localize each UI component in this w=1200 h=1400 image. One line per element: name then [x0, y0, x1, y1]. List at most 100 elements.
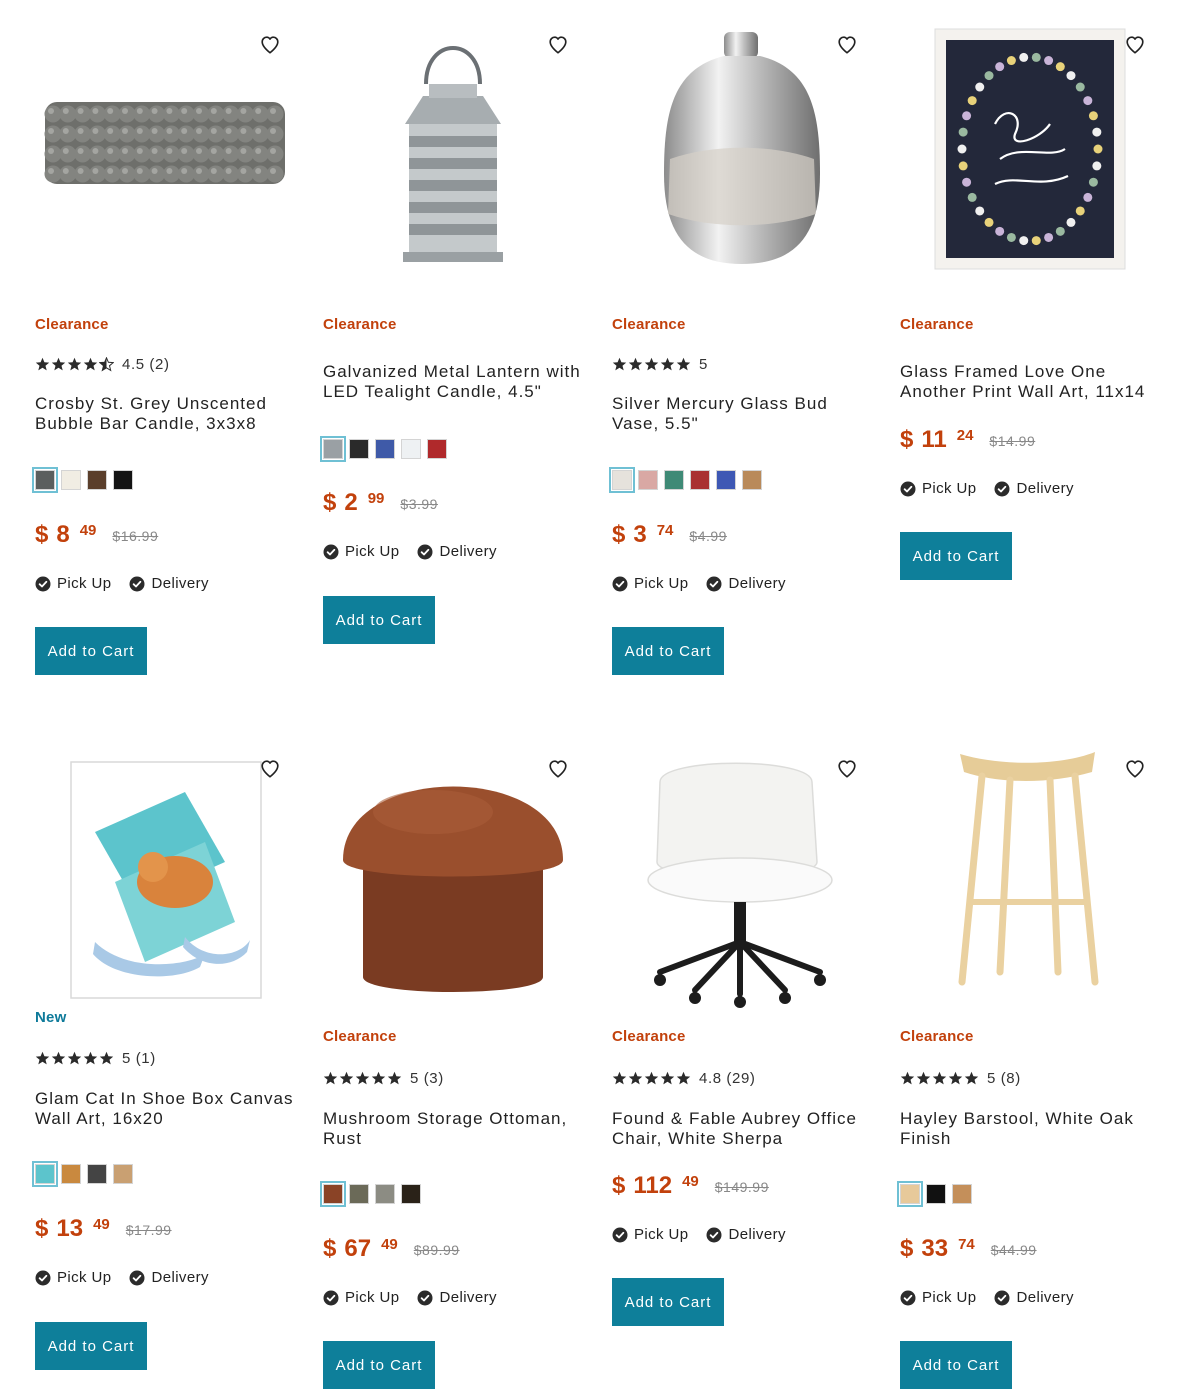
rating-stars [612, 1071, 691, 1086]
check-circle-icon [706, 1227, 722, 1242]
delivery-option: Delivery [129, 575, 208, 592]
add-to-cart-button[interactable]: Add to Cart [612, 1278, 724, 1326]
color-swatch[interactable] [401, 439, 421, 459]
star-icon [612, 1071, 627, 1084]
color-swatch[interactable] [609, 467, 635, 493]
color-swatches [609, 467, 762, 493]
color-swatch[interactable] [375, 1184, 395, 1204]
color-swatch[interactable] [716, 470, 736, 490]
color-swatch[interactable] [113, 1164, 133, 1184]
price-cents: 74 [656, 522, 674, 539]
add-to-cart-button[interactable]: Add to Cart [35, 627, 147, 675]
star-icon [67, 357, 82, 370]
vase-image[interactable] [612, 24, 872, 299]
favorite-heart-icon[interactable] [547, 34, 569, 56]
office-chair-image[interactable] [612, 742, 872, 1017]
star-icon [644, 357, 659, 370]
add-to-cart-button[interactable]: Add to Cart [612, 627, 724, 675]
original-price: $3.99 [400, 496, 438, 512]
wall-art-image[interactable] [900, 24, 1160, 299]
price-dollars: 67 [344, 1235, 372, 1262]
add-to-cart-button[interactable]: Add to Cart [323, 596, 435, 644]
product-rating[interactable]: 4.8 (29) [612, 1068, 756, 1088]
product-price: $3 74 $4.99 [612, 522, 727, 548]
color-swatch[interactable] [320, 436, 346, 462]
check-circle-icon [323, 1290, 339, 1305]
barstool-image[interactable] [900, 742, 1160, 1017]
star-icon [83, 1051, 98, 1064]
delivery-label: Delivery [439, 543, 497, 560]
product-rating[interactable]: 5 (8) [900, 1068, 1021, 1088]
color-swatch[interactable] [320, 1181, 346, 1207]
color-swatch[interactable] [401, 1184, 421, 1204]
color-swatch[interactable] [690, 470, 710, 490]
color-swatch[interactable] [926, 1184, 946, 1204]
color-swatch[interactable] [638, 470, 658, 490]
product-rating[interactable]: 5 [612, 354, 708, 374]
pickup-label: Pick Up [922, 480, 977, 497]
product-badge: Clearance [612, 316, 686, 333]
rating-stars [35, 356, 114, 372]
product-rating[interactable]: 5 (3) [323, 1068, 444, 1088]
favorite-heart-icon[interactable] [836, 758, 858, 780]
favorite-heart-icon[interactable] [1124, 34, 1146, 56]
lantern-image[interactable] [323, 24, 583, 299]
favorite-heart-icon[interactable] [836, 34, 858, 56]
ottoman-image[interactable] [323, 742, 583, 1017]
product-title-link[interactable]: Crosby St. Grey Unscented Bubble Bar Can… [35, 394, 295, 434]
product-title-link[interactable]: Silver Mercury Glass Bud Vase, 5.5" [612, 394, 872, 434]
star-icon [644, 1071, 659, 1084]
color-swatch[interactable] [349, 1184, 369, 1204]
product-title-link[interactable]: Hayley Barstool, White Oak Finish [900, 1109, 1160, 1149]
color-swatch[interactable] [87, 470, 107, 490]
star-icon [99, 356, 114, 371]
price-currency: $ [900, 426, 914, 453]
fulfillment-options: Pick Up Delivery [323, 1289, 515, 1306]
color-swatch[interactable] [61, 470, 81, 490]
star-icon [371, 1071, 386, 1084]
product-title-link[interactable]: Galvanized Metal Lantern with LED Tealig… [323, 362, 583, 402]
color-swatch[interactable] [349, 439, 369, 459]
color-swatches [32, 467, 133, 493]
add-to-cart-button[interactable]: Add to Cart [323, 1341, 435, 1389]
price-dollars: 3 [633, 521, 647, 548]
favorite-heart-icon[interactable] [259, 34, 281, 56]
delivery-option: Delivery [706, 1226, 785, 1243]
color-swatch[interactable] [87, 1164, 107, 1184]
star-icon [35, 1051, 50, 1064]
product-title-link[interactable]: Glass Framed Love One Another Print Wall… [900, 362, 1160, 402]
product-badge: Clearance [900, 316, 974, 333]
star-icon [83, 357, 98, 370]
canvas-art-image[interactable] [35, 742, 295, 1017]
add-to-cart-button[interactable]: Add to Cart [900, 1341, 1012, 1389]
check-circle-icon [612, 576, 628, 591]
pickup-label: Pick Up [922, 1289, 977, 1306]
color-swatch[interactable] [113, 470, 133, 490]
product-title-link[interactable]: Mushroom Storage Ottoman, Rust [323, 1109, 583, 1149]
star-icon [339, 1071, 354, 1084]
color-swatch[interactable] [61, 1164, 81, 1184]
color-swatch[interactable] [664, 470, 684, 490]
product-title-link[interactable]: Found & Fable Aubrey Office Chair, White… [612, 1109, 872, 1149]
candle-image[interactable] [35, 24, 295, 299]
favorite-heart-icon[interactable] [1124, 758, 1146, 780]
product-title-link[interactable]: Glam Cat In Shoe Box Canvas Wall Art, 16… [35, 1089, 295, 1129]
color-swatch[interactable] [897, 1181, 923, 1207]
add-to-cart-button[interactable]: Add to Cart [900, 532, 1012, 580]
color-swatch[interactable] [375, 439, 395, 459]
color-swatch[interactable] [32, 1161, 58, 1187]
star-icon [900, 1071, 915, 1084]
color-swatch[interactable] [32, 467, 58, 493]
color-swatches [32, 1161, 133, 1187]
product-rating[interactable]: 5 (1) [35, 1048, 156, 1068]
check-circle-icon [612, 1227, 628, 1242]
favorite-heart-icon[interactable] [259, 758, 281, 780]
favorite-heart-icon[interactable] [547, 758, 569, 780]
color-swatch[interactable] [427, 439, 447, 459]
product-rating[interactable]: 4.5 (2) [35, 354, 170, 374]
color-swatch[interactable] [742, 470, 762, 490]
color-swatch[interactable] [952, 1184, 972, 1204]
add-to-cart-button[interactable]: Add to Cart [35, 1322, 147, 1370]
pickup-option: Pick Up [612, 1226, 688, 1243]
product-card: Clearance Glass Framed Love One Another P… [900, 0, 1160, 700]
